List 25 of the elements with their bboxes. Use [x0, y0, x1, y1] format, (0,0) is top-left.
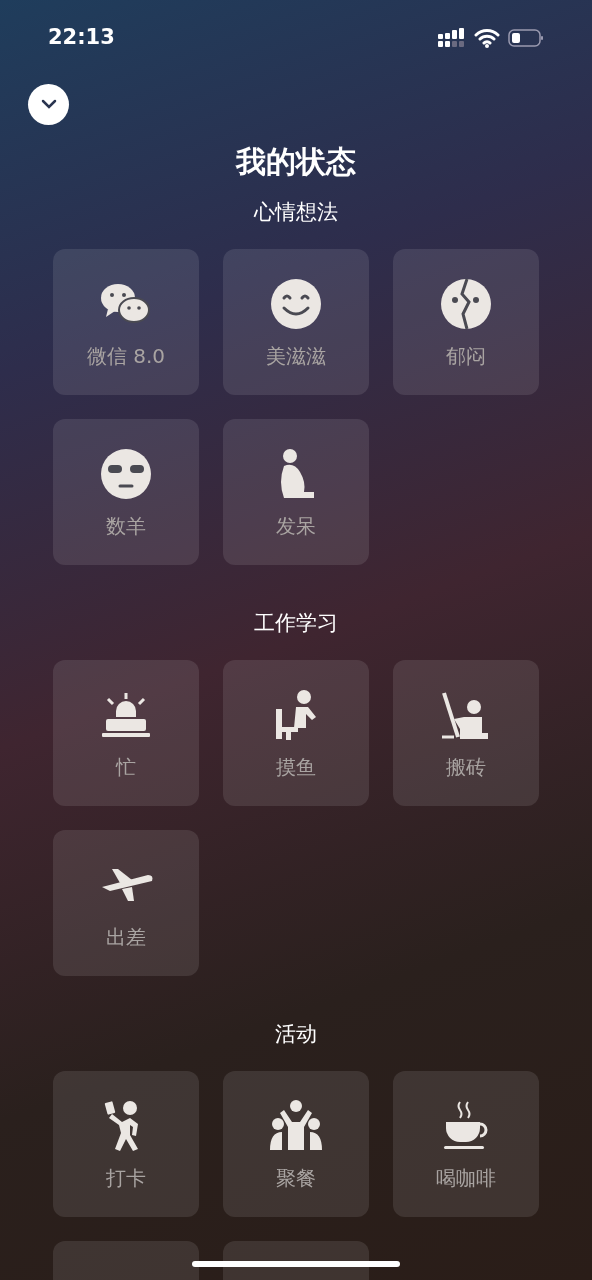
collapse-button[interactable] — [28, 83, 69, 125]
status-tile[interactable]: 忙 — [53, 660, 199, 806]
status-tile[interactable]: 出差 — [53, 830, 199, 976]
smiley-icon — [268, 276, 324, 332]
sleepy-face-icon — [98, 446, 154, 502]
status-tile[interactable]: 聚餐 — [223, 1071, 369, 1217]
status-tile[interactable]: 郁闷 — [393, 249, 539, 395]
status-tile[interactable]: 喝咖啡 — [393, 1071, 539, 1217]
cracked-face-icon — [438, 276, 494, 332]
page-title: 我的状态 — [234, 144, 357, 180]
status-time: 22:13 — [48, 24, 115, 52]
section-heading: 心情想法 — [252, 199, 339, 226]
wifi-icon — [474, 28, 500, 48]
status-tile[interactable]: 打卡 — [53, 1071, 199, 1217]
section-heading: 活动 — [274, 1021, 318, 1048]
status-tile[interactable]: 摸鱼 — [223, 660, 369, 806]
status-tile[interactable]: 数羊 — [53, 419, 199, 565]
chevron-down-icon — [40, 99, 57, 109]
battery-icon — [508, 28, 544, 48]
signal-icon — [438, 28, 466, 48]
status-tile[interactable]: 美滋滋 — [223, 249, 369, 395]
status-tile[interactable]: 微信 8.0 — [53, 249, 199, 395]
status-tile[interactable]: 搬砖 — [393, 660, 539, 806]
status-tile[interactable]: 发呆 — [223, 419, 369, 565]
section-heading: 工作学习 — [253, 610, 339, 637]
